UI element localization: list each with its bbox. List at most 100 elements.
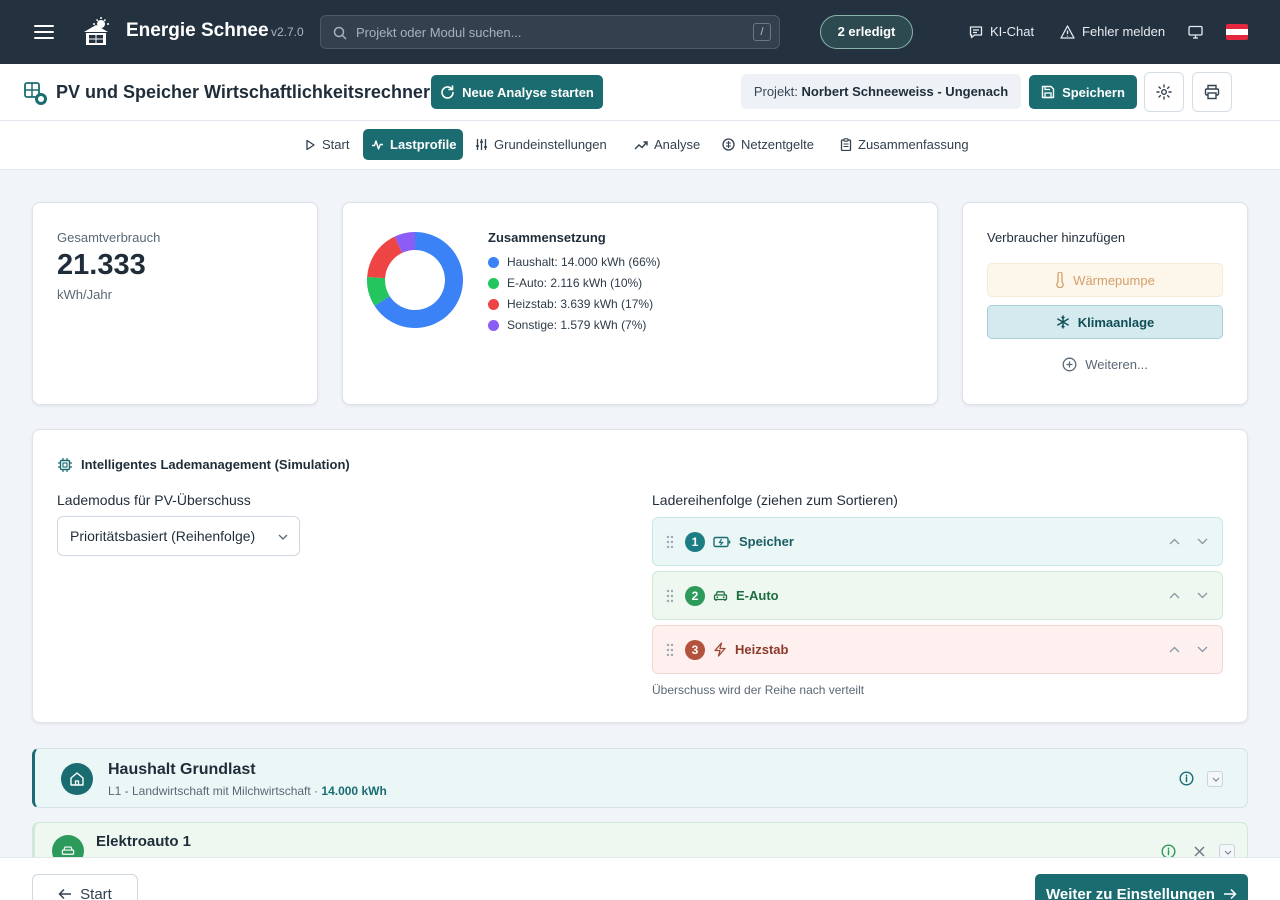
expand-chevron-icon[interactable] bbox=[1207, 771, 1223, 787]
app-version: v2.7.0 bbox=[271, 25, 304, 39]
legend-item-heizstab: Heizstab: 3.639 kWh (17%) bbox=[488, 297, 653, 311]
add-more-button[interactable]: Weiteren... bbox=[987, 347, 1223, 381]
gear-icon bbox=[1156, 84, 1172, 100]
menu-icon[interactable] bbox=[34, 22, 54, 42]
tab-start-label: Start bbox=[322, 137, 350, 152]
tab-zusammenfassung[interactable]: Zusammenfassung bbox=[832, 129, 977, 160]
info-icon[interactable] bbox=[1179, 771, 1194, 786]
report-error-link[interactable]: Fehler melden bbox=[1060, 24, 1165, 39]
move-down-icon[interactable] bbox=[1197, 646, 1208, 653]
chevron-down-icon bbox=[278, 534, 288, 540]
total-label: Gesamtverbrauch bbox=[57, 230, 161, 245]
next-button[interactable]: Weiter zu Einstellungen bbox=[1035, 874, 1248, 900]
drag-handle-icon[interactable] bbox=[666, 589, 674, 603]
legend-dot bbox=[488, 256, 499, 268]
donut-slice-2 bbox=[367, 236, 403, 279]
legend-text: Haushalt: 14.000 kWh (66%) bbox=[507, 255, 661, 269]
project-box: Projekt: Norbert Schneeweiss - Ungenach bbox=[741, 74, 1021, 109]
queue-number: 1 bbox=[685, 531, 705, 552]
charging-management-card: Intelligentes Lademanagement (Simulation… bbox=[32, 429, 1248, 723]
search-input[interactable]: Projekt oder Modul suchen... / bbox=[320, 15, 780, 49]
back-label: Start bbox=[80, 885, 112, 900]
add-ac-button[interactable]: Klimaanlage bbox=[987, 305, 1223, 339]
add-consumer-title: Verbraucher hinzufügen bbox=[987, 230, 1126, 245]
composition-card: Zusammensetzung Haushalt: 14.000 kWh (66… bbox=[342, 202, 938, 405]
move-up-icon[interactable] bbox=[1169, 646, 1180, 653]
arrow-right-icon bbox=[1223, 888, 1237, 900]
queue-item-heizstab[interactable]: 3 Heizstab bbox=[652, 625, 1223, 674]
household-row[interactable]: Haushalt Grundlast L1 - Landwirtschaft m… bbox=[32, 748, 1248, 808]
move-up-icon[interactable] bbox=[1169, 538, 1180, 545]
monitor-icon[interactable] bbox=[1188, 25, 1203, 39]
composition-title: Zusammensetzung bbox=[488, 230, 606, 245]
arrow-left-icon bbox=[58, 888, 72, 900]
app-logo-icon bbox=[80, 16, 112, 48]
calculator-app-icon bbox=[24, 82, 48, 106]
household-kwh: 14.000 kWh bbox=[321, 784, 387, 798]
household-subtitle-text: L1 - Landwirtschaft mit Milchwirtschaft … bbox=[108, 784, 319, 798]
add-more-label: Weiteren... bbox=[1085, 356, 1148, 372]
save-button[interactable]: Speichern bbox=[1029, 75, 1137, 109]
activity-icon bbox=[371, 139, 384, 151]
move-up-icon[interactable] bbox=[1169, 592, 1180, 599]
status-badge[interactable]: 2 erledigt bbox=[820, 15, 913, 49]
footer-bar: Start Weiter zu Einstellungen bbox=[0, 857, 1280, 900]
sliders-icon bbox=[475, 138, 488, 151]
warning-icon bbox=[1060, 24, 1075, 39]
austria-flag-icon[interactable] bbox=[1226, 24, 1248, 40]
settings-button[interactable] bbox=[1144, 72, 1184, 112]
plus-circle-icon bbox=[1062, 357, 1077, 372]
thermometer-icon bbox=[1055, 272, 1065, 288]
tab-lastprofile[interactable]: Lastprofile bbox=[363, 129, 463, 160]
play-icon bbox=[304, 139, 316, 151]
move-down-icon[interactable] bbox=[1197, 538, 1208, 545]
household-title: Haushalt Grundlast bbox=[108, 761, 256, 778]
tab-netzentgelte-label: Netzentgelte bbox=[741, 137, 814, 152]
queue-item-eauto[interactable]: 2 E-Auto bbox=[652, 571, 1223, 620]
top-bar: Energie Schnee v2.7.0 Projekt oder Modul… bbox=[0, 0, 1280, 64]
tab-netzentgelte[interactable]: Netzentgelte bbox=[714, 129, 822, 160]
legend-dot bbox=[488, 277, 499, 289]
chip-icon bbox=[57, 457, 73, 473]
home-icon bbox=[61, 763, 93, 795]
drag-handle-icon[interactable] bbox=[666, 535, 674, 549]
save-icon bbox=[1041, 85, 1055, 99]
legend-item-sonstige: Sonstige: 1.579 kWh (7%) bbox=[488, 318, 646, 332]
ev-title: Elektroauto 1 bbox=[96, 833, 192, 850]
composition-donut-chart bbox=[367, 232, 463, 328]
ki-chat-label: KI-Chat bbox=[990, 24, 1035, 39]
ki-chat-link[interactable]: KI-Chat bbox=[969, 24, 1034, 39]
charging-note: Überschuss wird der Reihe nach verteilt bbox=[652, 683, 865, 697]
queue-item-speicher[interactable]: 1 Speicher bbox=[652, 517, 1223, 566]
legend-item-haushalt: Haushalt: 14.000 kWh (66%) bbox=[488, 255, 660, 269]
search-placeholder: Projekt oder Modul suchen... bbox=[356, 25, 522, 40]
tab-analyse[interactable]: Analyse bbox=[626, 129, 708, 160]
project-label: Projekt: bbox=[753, 84, 798, 99]
page-title: PV und Speicher Wirtschaftlichkeitsrechn… bbox=[56, 82, 430, 102]
new-analysis-button[interactable]: Neue Analyse starten bbox=[431, 75, 603, 109]
charging-mode-select[interactable]: Prioritätsbasiert (Reihenfolge) bbox=[57, 516, 300, 556]
queue-label: E-Auto bbox=[736, 588, 779, 603]
charging-order-label: Ladereihenfolge (ziehen zum Sortieren) bbox=[652, 492, 898, 508]
move-down-icon[interactable] bbox=[1197, 592, 1208, 599]
legend-text: Heizstab: 3.639 kWh (17%) bbox=[507, 297, 654, 311]
print-button[interactable] bbox=[1192, 72, 1232, 112]
car-icon bbox=[713, 590, 728, 602]
report-error-label: Fehler melden bbox=[1082, 24, 1166, 39]
queue-label: Speicher bbox=[739, 534, 794, 549]
legend-dot bbox=[488, 298, 499, 310]
drag-handle-icon[interactable] bbox=[666, 643, 674, 657]
tab-grundeinstellungen[interactable]: Grundeinstellungen bbox=[467, 129, 615, 160]
refresh-icon bbox=[440, 84, 455, 100]
legend-dot bbox=[488, 319, 499, 331]
clipboard-icon bbox=[840, 138, 852, 151]
add-heat-pump-button[interactable]: Wärmepumpe bbox=[987, 263, 1223, 297]
close-icon[interactable] bbox=[1194, 846, 1205, 857]
back-button[interactable]: Start bbox=[32, 874, 138, 900]
queue-number: 2 bbox=[685, 585, 705, 606]
tab-lastprofile-label: Lastprofile bbox=[390, 137, 457, 152]
tab-start[interactable]: Start bbox=[296, 129, 357, 160]
lightning-icon bbox=[713, 642, 727, 657]
add-consumer-card: Verbraucher hinzufügen Wärmepumpe Klimaa… bbox=[962, 202, 1248, 405]
charging-title: Intelligentes Lademanagement (Simulation… bbox=[81, 457, 350, 472]
